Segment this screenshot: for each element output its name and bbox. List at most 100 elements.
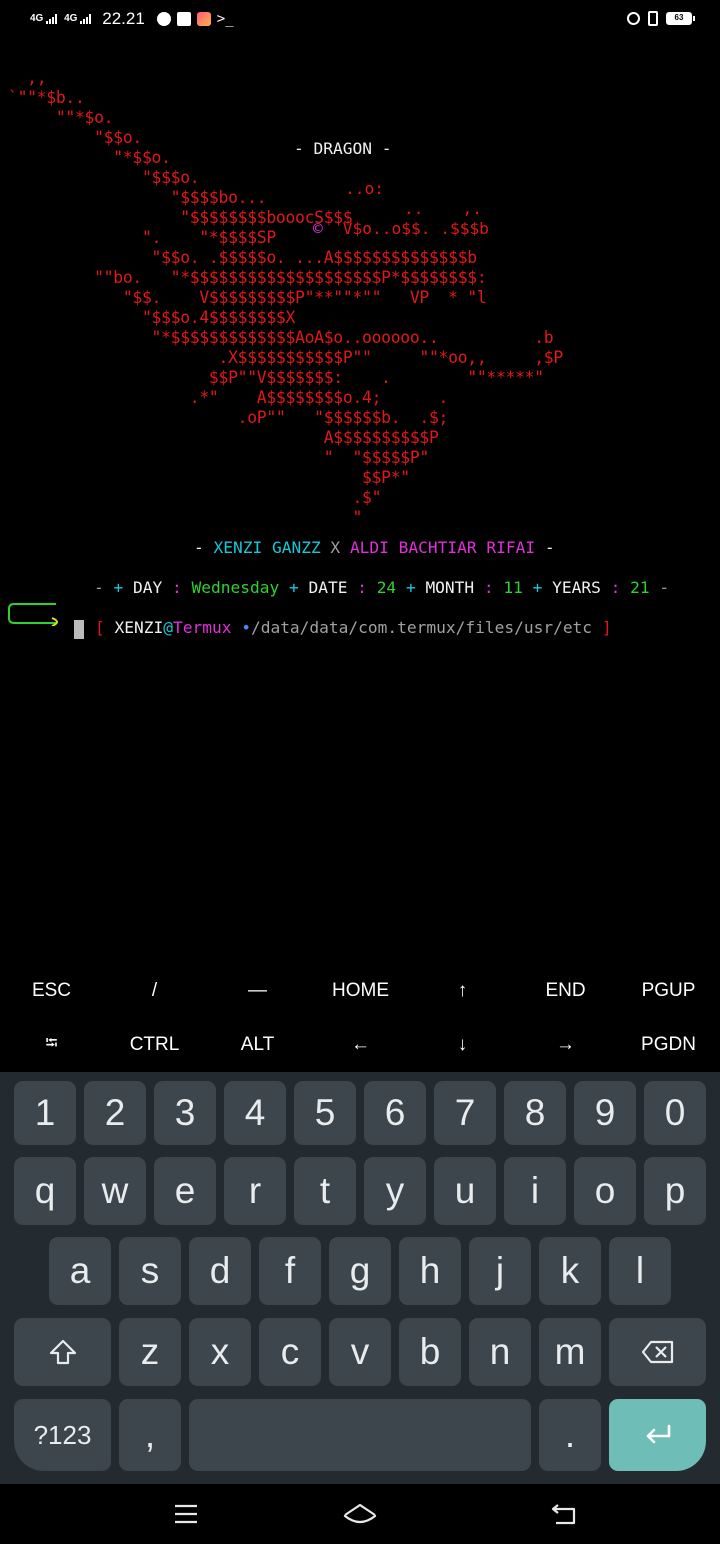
key-q[interactable]: q	[14, 1157, 76, 1225]
day-value: Wednesday	[191, 578, 280, 597]
dash-key[interactable]: —	[206, 964, 309, 1018]
plus-sign: +	[113, 578, 133, 597]
key-9[interactable]: 9	[574, 1081, 636, 1145]
back-icon	[551, 1504, 576, 1525]
home-button[interactable]	[340, 1498, 380, 1530]
dragon-title: - DRAGON -	[294, 139, 392, 158]
extra-keys-bar: ESC / — HOME ↑ END PGUP ⭾ CTRL ALT ← ↓ →…	[0, 964, 720, 1072]
years-value: 21	[630, 578, 650, 597]
menu-button[interactable]	[166, 1498, 206, 1530]
date-dash: -	[649, 578, 670, 597]
ascii-fragment: V$o..o$$. .$$$b	[333, 219, 489, 238]
signal-icon: 4G	[30, 14, 58, 24]
key-n[interactable]: n	[469, 1318, 531, 1386]
date-label: DATE	[308, 578, 348, 597]
key-v[interactable]: v	[329, 1318, 391, 1386]
key-8[interactable]: 8	[504, 1081, 566, 1145]
key-c[interactable]: c	[259, 1318, 321, 1386]
key-u[interactable]: u	[434, 1157, 496, 1225]
key-a[interactable]: a	[49, 1237, 111, 1305]
key-0[interactable]: 0	[644, 1081, 706, 1145]
copyright-symbol: ©	[313, 219, 323, 238]
comma-key[interactable]: ,	[119, 1399, 181, 1471]
key-p[interactable]: p	[644, 1157, 706, 1225]
prompt-frame-icon	[8, 603, 58, 626]
slash-key[interactable]: /	[103, 964, 206, 1018]
key-g[interactable]: g	[329, 1237, 391, 1305]
key-4[interactable]: 4	[224, 1081, 286, 1145]
key-m[interactable]: m	[539, 1318, 601, 1386]
key-d[interactable]: d	[189, 1237, 251, 1305]
key-o[interactable]: o	[574, 1157, 636, 1225]
home-icon	[343, 1503, 377, 1524]
key-2[interactable]: 2	[84, 1081, 146, 1145]
end-key[interactable]: END	[514, 964, 617, 1018]
dragon-ascii-art: ,, `""*$b.. ""*$o. "$$o. "*$$o. "$$$o. "…	[8, 68, 563, 527]
credit-name-1: XENZI GANZZ	[213, 538, 321, 557]
down-arrow-key[interactable]: ↓	[411, 1018, 514, 1072]
key-b[interactable]: b	[399, 1318, 461, 1386]
key-t[interactable]: t	[294, 1157, 356, 1225]
credit-x: X	[320, 538, 350, 557]
menu-icon	[175, 1504, 197, 1524]
colon: :	[347, 578, 377, 597]
clock: 22.21	[102, 9, 145, 28]
terminal-icon: >_	[216, 11, 234, 27]
tab-key[interactable]: ⭾	[0, 1018, 103, 1072]
key-6[interactable]: 6	[364, 1081, 426, 1145]
enter-key[interactable]	[609, 1399, 706, 1471]
plus-sign: +	[532, 578, 553, 597]
symbols-key[interactable]: ?123	[14, 1399, 111, 1471]
right-arrow-key[interactable]: →	[514, 1018, 617, 1072]
esc-key[interactable]: ESC	[0, 964, 103, 1018]
key-5[interactable]: 5	[294, 1081, 356, 1145]
key-e[interactable]: e	[154, 1157, 216, 1225]
month-label: MONTH	[425, 578, 475, 597]
signal-icon-2: 4G	[64, 14, 92, 24]
month-value: 11	[503, 578, 523, 597]
pgdn-key[interactable]: PGDN	[617, 1018, 720, 1072]
prompt-user: XENZI	[114, 618, 164, 637]
key-l[interactable]: l	[609, 1237, 671, 1305]
pgup-key[interactable]: PGUP	[617, 964, 720, 1018]
colon: :	[600, 578, 631, 597]
terminal-view[interactable]: ,, `""*$b.. ""*$o. "$$o. "*$$o. "$$$o. "…	[0, 60, 720, 960]
shift-key[interactable]	[14, 1318, 111, 1386]
key-f[interactable]: f	[259, 1237, 321, 1305]
back-button[interactable]	[544, 1498, 584, 1530]
key-k[interactable]: k	[539, 1237, 601, 1305]
enter-icon	[646, 1424, 670, 1444]
credit-dash: -	[193, 538, 214, 557]
key-z[interactable]: z	[119, 1318, 181, 1386]
plus-sign: +	[405, 578, 426, 597]
key-w[interactable]: w	[84, 1157, 146, 1225]
key-1[interactable]: 1	[14, 1081, 76, 1145]
key-h[interactable]: h	[399, 1237, 461, 1305]
key-7[interactable]: 7	[434, 1081, 496, 1145]
backspace-key[interactable]	[609, 1318, 706, 1386]
plus-sign: +	[288, 578, 309, 597]
shopee-icon	[196, 12, 211, 26]
up-arrow-key[interactable]: ↑	[411, 964, 514, 1018]
network-type-1: 4G	[30, 13, 44, 24]
day-label: DAY	[132, 578, 163, 597]
left-arrow-key[interactable]: ←	[309, 1018, 412, 1072]
credit-dash: -	[535, 538, 555, 557]
key-3[interactable]: 3	[154, 1081, 216, 1145]
prompt-bracket: ]	[601, 618, 612, 637]
key-s[interactable]: s	[119, 1237, 181, 1305]
gmail-icon	[176, 12, 191, 26]
key-y[interactable]: y	[364, 1157, 426, 1225]
prompt-at: @	[163, 618, 173, 637]
alt-key[interactable]: ALT	[206, 1018, 309, 1072]
key-i[interactable]: i	[504, 1157, 566, 1225]
key-x[interactable]: x	[189, 1318, 251, 1386]
period-key[interactable]: .	[539, 1399, 601, 1471]
colon: :	[474, 578, 504, 597]
space-bar[interactable]	[189, 1399, 531, 1471]
key-r[interactable]: r	[224, 1157, 286, 1225]
home-key[interactable]: HOME	[309, 964, 412, 1018]
key-j[interactable]: j	[469, 1237, 531, 1305]
ctrl-key[interactable]: CTRL	[103, 1018, 206, 1072]
whatsapp-icon	[156, 12, 171, 26]
